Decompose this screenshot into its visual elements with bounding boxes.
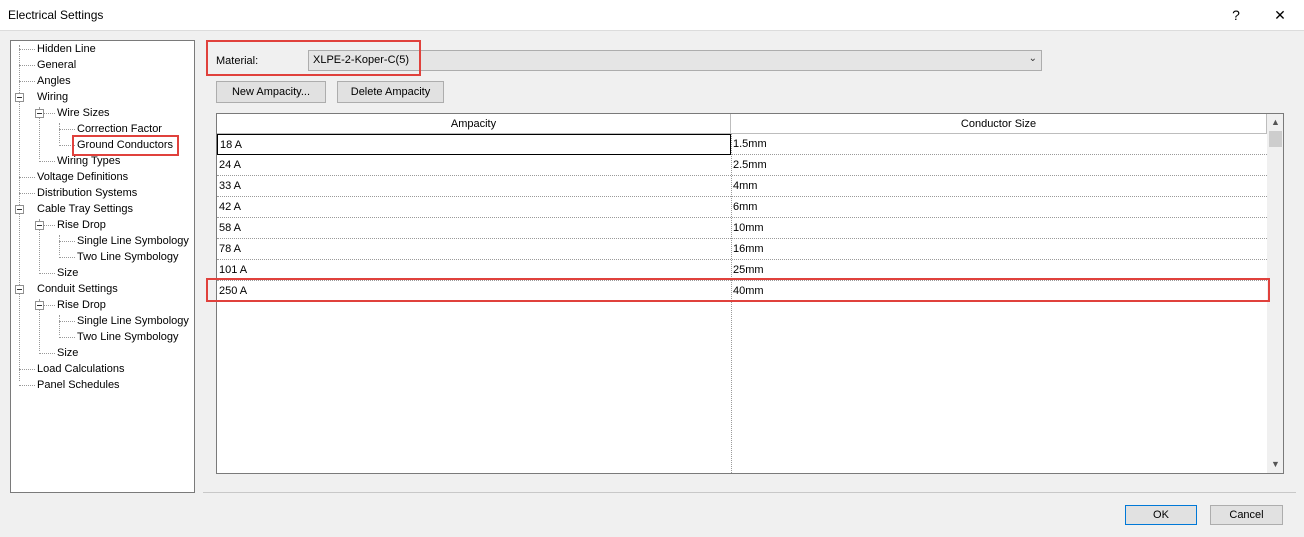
ampacity-cell[interactable]: 78 A [217,239,731,260]
highlight-box-tree-item [72,135,179,156]
table-header: Ampacity Conductor Size [217,114,1267,134]
conductor-size-cell[interactable]: 2.5mm [731,155,1267,176]
close-button[interactable]: ✕ [1266,1,1294,29]
tree-item-panel-schedules[interactable]: Panel Schedules [37,377,120,393]
conductor-size-cell[interactable]: 10mm [731,218,1267,239]
collapse-icon[interactable] [35,221,44,230]
chevron-down-icon[interactable]: ⌄ [1029,53,1037,64]
conductor-size-cell[interactable]: 1.5mm [731,134,1267,155]
scroll-thumb[interactable] [1269,131,1282,147]
tree-item-conduit-single-line[interactable]: Single Line Symbology [77,313,189,329]
window-title: Electrical Settings [8,8,104,22]
tree-item-conduit-settings[interactable]: Conduit Settings [37,281,118,297]
tree-item-cable-tray-rise-drop[interactable]: Rise Drop [57,217,106,233]
tree-connector [59,123,60,143]
help-button[interactable]: ? [1222,1,1250,29]
tree-item-cable-tray-settings[interactable]: Cable Tray Settings [37,201,133,217]
tree-item-load-calculations[interactable]: Load Calculations [37,361,124,377]
column-header-ampacity[interactable]: Ampacity [217,114,731,134]
new-ampacity-button[interactable]: New Ampacity... [216,81,326,103]
tree-item-cable-tray-two-line[interactable]: Two Line Symbology [77,249,179,265]
tree-item-hidden-line[interactable]: Hidden Line [37,41,96,57]
table-row[interactable]: 58 A 10mm [217,218,1267,239]
collapse-icon[interactable] [35,109,44,118]
table-row[interactable]: 24 A 2.5mm [217,155,1267,176]
tree-item-conduit-size[interactable]: Size [57,345,78,361]
table-row[interactable]: 78 A 16mm [217,239,1267,260]
tree-item-voltage-definitions[interactable]: Voltage Definitions [37,169,128,185]
tree-item-distribution-systems[interactable]: Distribution Systems [37,185,137,201]
tree-item-wire-sizes[interactable]: Wire Sizes [57,105,110,121]
collapse-icon[interactable] [35,301,44,310]
ampacity-cell[interactable]: 42 A [217,197,731,218]
conductor-size-cell[interactable]: 6mm [731,197,1267,218]
tree-item-wiring[interactable]: Wiring [37,89,68,105]
table-row[interactable]: 33 A 4mm [217,176,1267,197]
table-row[interactable]: 18 A 1.5mm [217,134,1267,155]
tree-item-conduit-two-line[interactable]: Two Line Symbology [77,329,179,345]
highlight-box-row [206,278,1270,302]
tree-item-cable-tray-size[interactable]: Size [57,265,78,281]
ampacity-cell[interactable]: 18 A [217,134,731,155]
ampacity-cell[interactable]: 58 A [217,218,731,239]
tree-connector [59,315,60,335]
cancel-button[interactable]: Cancel [1210,505,1283,525]
footer-divider [203,492,1296,493]
tree-item-general[interactable]: General [37,57,76,73]
conductor-size-cell[interactable]: 16mm [731,239,1267,260]
tree-item-conduit-rise-drop[interactable]: Rise Drop [57,297,106,313]
ok-button[interactable]: OK [1125,505,1197,525]
settings-tree[interactable]: Hidden Line General Angles Wiring Wire S… [10,40,195,493]
column-header-conductor-size[interactable]: Conductor Size [731,114,1267,134]
conductor-size-cell[interactable]: 4mm [731,176,1267,197]
collapse-icon[interactable] [15,93,24,102]
tree-item-cable-tray-single-line[interactable]: Single Line Symbology [77,233,189,249]
collapse-icon[interactable] [15,205,24,214]
scroll-down-icon[interactable]: ▼ [1267,456,1283,473]
ampacity-cell[interactable]: 24 A [217,155,731,176]
title-bar: Electrical Settings ? ✕ [0,0,1304,31]
collapse-icon[interactable] [15,285,24,294]
scroll-up-icon[interactable]: ▲ [1267,114,1283,131]
tree-item-angles[interactable]: Angles [37,73,71,89]
delete-ampacity-button[interactable]: Delete Ampacity [337,81,444,103]
tree-connector [59,235,60,255]
highlight-box-material [206,40,421,76]
table-row[interactable]: 42 A 6mm [217,197,1267,218]
ampacity-cell[interactable]: 33 A [217,176,731,197]
